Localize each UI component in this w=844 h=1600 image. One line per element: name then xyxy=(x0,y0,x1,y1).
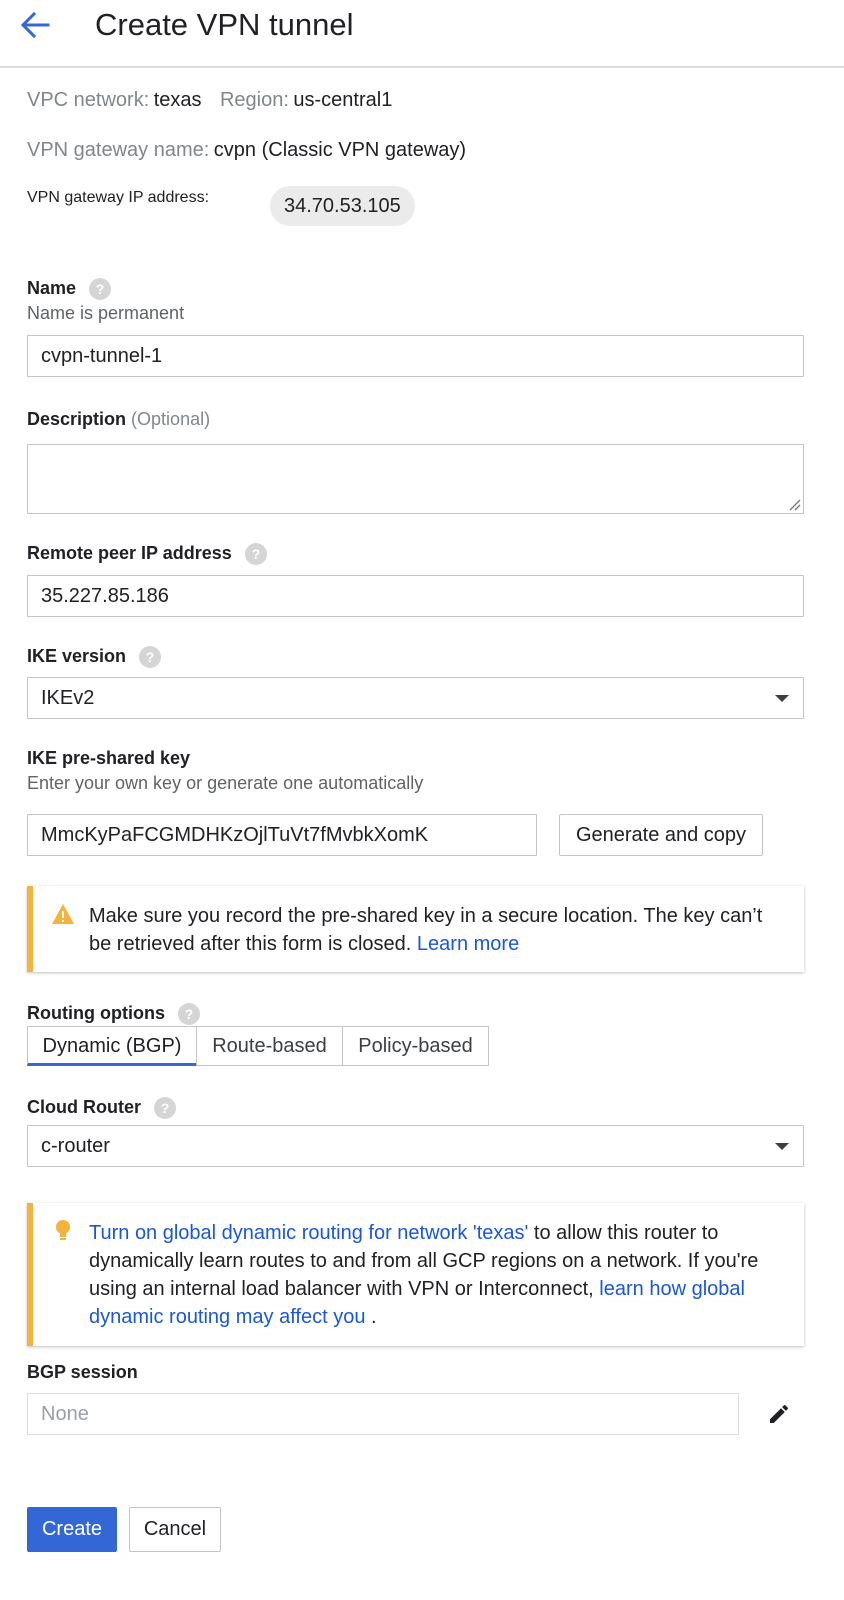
create-button[interactable]: Create xyxy=(27,1507,117,1552)
svg-text:?: ? xyxy=(96,281,105,297)
name-label: Name xyxy=(27,278,77,298)
ike-version-label: IKE version xyxy=(27,646,127,666)
gateway-name-info: VPN gateway name: cvpn (Classic VPN gate… xyxy=(27,139,466,162)
gateway-name-label: VPN gateway name: xyxy=(27,139,210,161)
psk-warning-notice: Make sure you record the pre-shared key … xyxy=(27,886,804,972)
svg-text:?: ? xyxy=(161,1100,170,1116)
routing-option-policy-based[interactable]: Policy-based xyxy=(342,1026,489,1066)
remote-peer-label: Remote peer IP address xyxy=(27,543,232,563)
description-textarea[interactable] xyxy=(27,444,804,514)
vpc-network-label: VPC network: xyxy=(27,89,150,111)
name-input[interactable] xyxy=(27,335,804,377)
dropdown-arrow-icon xyxy=(775,695,789,702)
dropdown-arrow-icon xyxy=(775,1143,789,1150)
cancel-button[interactable]: Cancel xyxy=(129,1507,221,1552)
psk-input[interactable] xyxy=(27,814,537,856)
ike-version-label-row: IKE version ? xyxy=(27,646,162,669)
cloud-router-label-row: Cloud Router ? xyxy=(27,1097,177,1120)
cloud-router-value: c-router xyxy=(41,1135,110,1157)
ike-version-select[interactable]: IKEv2 xyxy=(27,677,804,719)
cloud-router-select[interactable]: c-router xyxy=(27,1125,804,1167)
routing-option-route-based[interactable]: Route-based xyxy=(196,1026,343,1066)
page-title: Create VPN tunnel xyxy=(95,7,354,42)
gateway-ip-label: VPN gateway IP address: xyxy=(27,189,210,206)
lightbulb-icon xyxy=(56,1220,70,1240)
region-label: Region: xyxy=(219,89,289,111)
global-routing-tip: Turn on global dynamic routing for netwo… xyxy=(27,1203,804,1346)
gateway-name-value: cvpn (Classic VPN gateway) xyxy=(213,139,467,161)
description-optional: (Optional) xyxy=(131,409,211,429)
psk-hint: Enter your own key or generate one autom… xyxy=(27,773,424,793)
resize-handle-icon[interactable] xyxy=(787,497,801,511)
remote-peer-label-row: Remote peer IP address ? xyxy=(27,543,267,566)
routing-options-label: Routing options xyxy=(27,1003,165,1023)
vpc-network-value: texas xyxy=(153,89,202,111)
routing-options-label-row: Routing options ? xyxy=(27,1003,200,1026)
warning-icon xyxy=(52,904,74,924)
remote-peer-ip-input[interactable] xyxy=(27,575,804,617)
svg-text:?: ? xyxy=(252,546,261,562)
edit-pencil-icon[interactable] xyxy=(767,1402,791,1426)
help-icon[interactable]: ? xyxy=(244,543,267,566)
help-icon[interactable]: ? xyxy=(154,1097,177,1120)
region-value: us-central1 xyxy=(293,89,393,111)
name-label-row: Name ? xyxy=(27,278,112,301)
name-hint: Name is permanent xyxy=(27,303,185,323)
svg-text:?: ? xyxy=(185,1006,194,1022)
bgp-session-field: None xyxy=(27,1393,739,1435)
description-label: Description xyxy=(27,409,127,429)
help-icon[interactable]: ? xyxy=(89,278,112,301)
learn-more-link[interactable]: Learn more xyxy=(417,933,519,955)
ike-version-value: IKEv2 xyxy=(41,687,95,709)
help-icon[interactable]: ? xyxy=(177,1003,200,1026)
enable-global-routing-link[interactable]: Turn on global dynamic routing for netwo… xyxy=(89,1222,528,1244)
routing-option-dynamic-bgp[interactable]: Dynamic (BGP) xyxy=(27,1026,197,1066)
description-label-row: Description (Optional) xyxy=(27,409,210,430)
back-arrow-icon[interactable] xyxy=(18,8,52,42)
page-header: Create VPN tunnel xyxy=(0,0,844,68)
generate-and-copy-button[interactable]: Generate and copy xyxy=(559,814,763,856)
psk-label: IKE pre-shared key xyxy=(27,748,191,768)
gateway-ip-chip: 34.70.53.105 xyxy=(270,186,415,226)
svg-text:?: ? xyxy=(146,649,155,665)
help-icon[interactable]: ? xyxy=(139,646,162,669)
tip-text-end: . xyxy=(365,1306,377,1328)
vpc-info: VPC network: texas Region: us-central1 xyxy=(27,89,392,112)
cloud-router-label: Cloud Router xyxy=(27,1097,141,1117)
bgp-session-label: BGP session xyxy=(27,1362,138,1382)
